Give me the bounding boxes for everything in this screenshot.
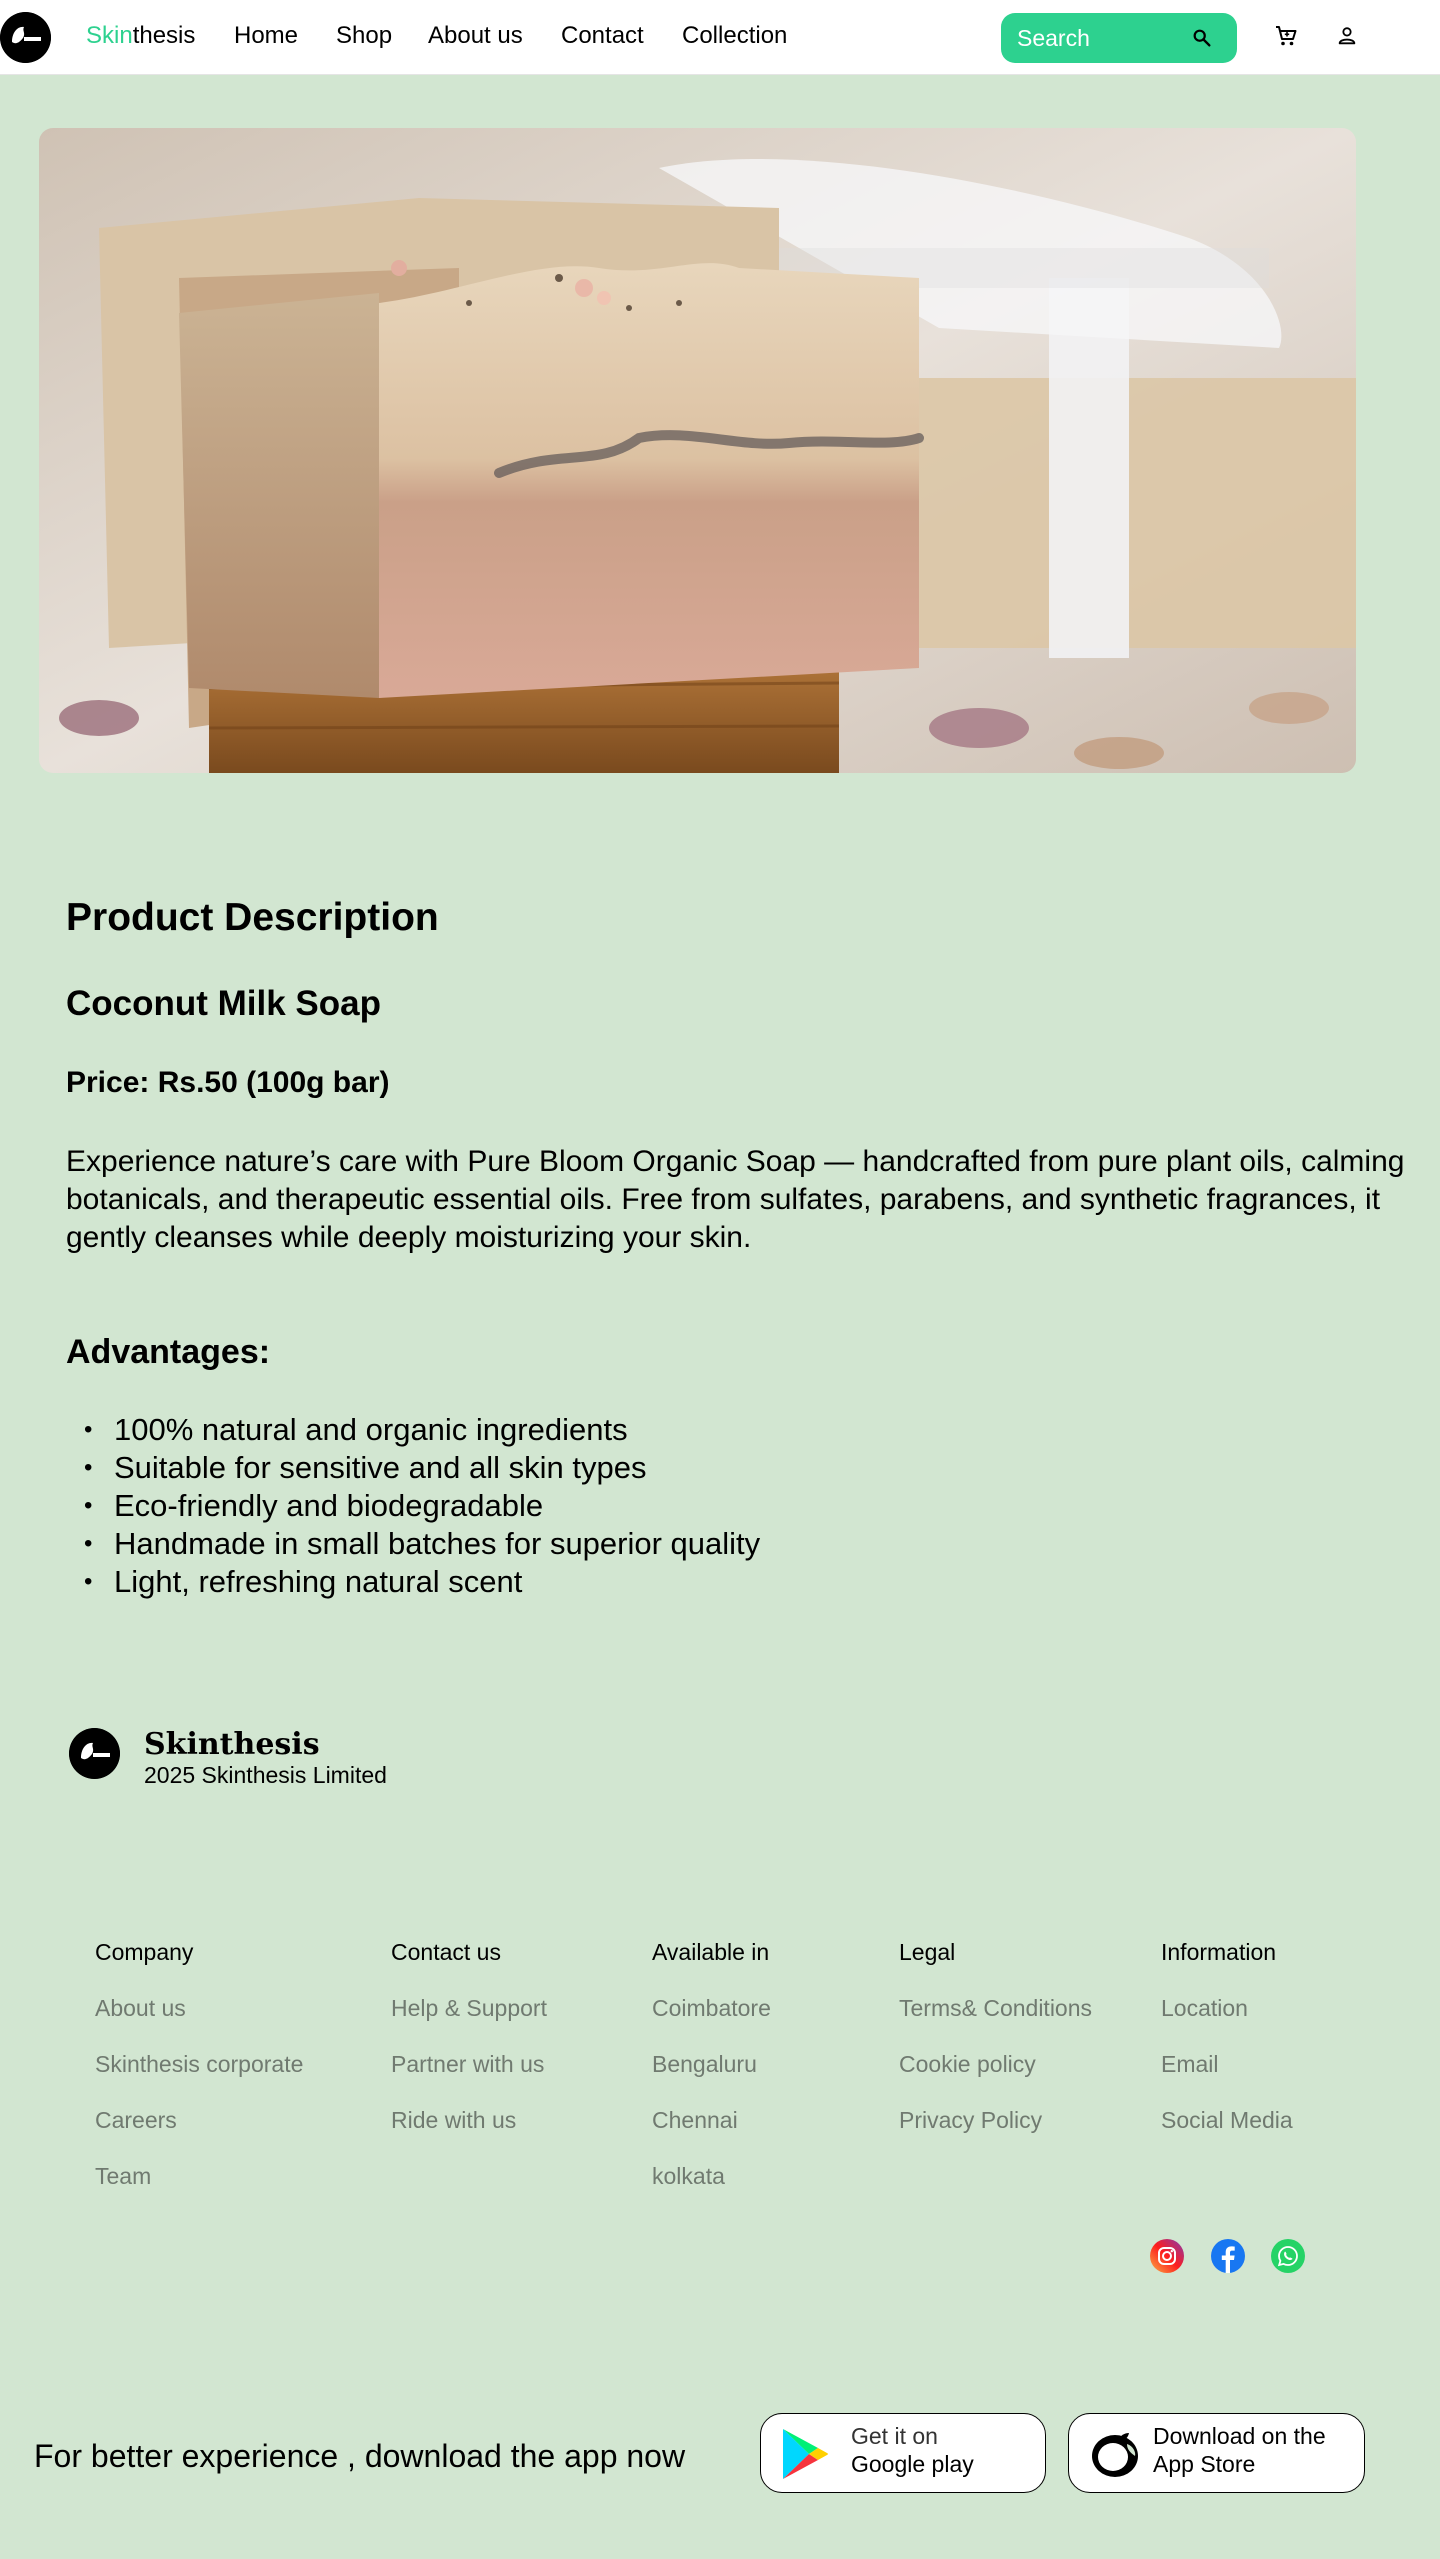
brand-name-accent: Skin [86,22,133,49]
app-download-text: For better experience , download the app… [34,2438,686,2474]
footer-link[interactable]: Skinthesis corporate [95,2051,303,2079]
nav-home[interactable]: Home [234,22,298,50]
footer-col-heading: Information [1161,1939,1277,1965]
advantage-item: Handmade in small batches for superior q… [66,1525,760,1563]
footer-link[interactable]: Careers [95,2107,303,2135]
nav-about-us[interactable]: About us [428,22,523,50]
cart-icon[interactable] [1274,24,1298,48]
nav-shop[interactable]: Shop [336,22,392,50]
user-icon[interactable] [1336,25,1358,47]
section-title-product-description: Product Description [66,896,439,939]
footer-col-available-in: Available in Coimbatore Bengaluru Chenna… [652,1939,771,2219]
footer-link[interactable]: Cookie policy [899,2051,1092,2079]
footer-link[interactable]: Coimbatore [652,1995,771,2023]
footer-col-heading: Legal [899,1939,956,1965]
app-store-line2: App Store [1153,2451,1256,2477]
footer-link[interactable]: Social Media [1161,2107,1293,2135]
advantage-item: Suitable for sensitive and all skin type… [66,1449,760,1487]
search-bar [1001,13,1237,63]
advantage-item: 100% natural and organic ingredients [66,1411,760,1449]
app-store-button[interactable]: Download on the App Store [1068,2413,1365,2493]
footer-link[interactable]: Chennai [652,2107,771,2135]
footer-link[interactable]: Team [95,2163,303,2191]
footer-link[interactable]: Ride with us [391,2107,547,2135]
google-play-icon [783,2429,829,2479]
nav-contact[interactable]: Contact [561,22,644,50]
footer-col-contact: Contact us Help & Support Partner with u… [391,1939,547,2163]
google-play-line1: Get it on [851,2423,938,2449]
footer-link[interactable]: Bengaluru [652,2051,771,2079]
top-navbar: Skinthesis Home Shop About us Contact Co… [0,0,1440,75]
footer-link[interactable]: About us [95,1995,303,2023]
footer-link[interactable]: Terms& Conditions [899,1995,1092,2023]
brand-name-rest: thesis [132,22,196,49]
brand-logo[interactable] [0,12,51,63]
advantage-item: Light, refreshing natural scent [66,1563,760,1601]
advantages-title: Advantages: [66,1333,271,1371]
footer-link[interactable]: Help & Support [391,1995,547,2023]
footer-link[interactable]: Partner with us [391,2051,547,2079]
advantage-item: Eco-friendly and biodegradable [66,1487,760,1525]
product-hero-image [39,128,1356,773]
search-input[interactable] [1017,13,1187,63]
footer-col-heading: Contact us [391,1939,501,1965]
app-store-line1: Download on the [1153,2423,1326,2449]
search-icon[interactable] [1191,27,1213,49]
footer-col-information: Information Location Email Social Media [1161,1939,1293,2163]
product-price: Price: Rs.50 (100g bar) [66,1066,390,1099]
product-description: Experience nature’s care with Pure Bloom… [66,1145,1405,1254]
footer-col-legal: Legal Terms& Conditions Cookie policy Pr… [899,1939,1092,2163]
footer-col-heading: Available in [652,1939,770,1965]
product-name: Coconut Milk Soap [66,984,381,1023]
whatsapp-icon[interactable] [1271,2239,1305,2273]
footer-copyright: 2025 Skinthesis Limited [144,1762,387,1788]
apple-logo-icon [1092,2433,1138,2477]
footer-logo [69,1728,120,1779]
google-play-button[interactable]: Get it on Google play [760,2413,1046,2493]
facebook-icon[interactable] [1211,2239,1245,2273]
nav-collection[interactable]: Collection [682,22,787,50]
brand-name[interactable]: Skinthesis [86,22,195,50]
google-play-line2: Google play [851,2451,974,2477]
footer-link[interactable]: kolkata [652,2163,771,2191]
advantages-list: 100% natural and organic ingredients Sui… [66,1411,760,1601]
footer-brand-name: Skinthesis [144,1727,320,1762]
footer-col-heading: Company [95,1939,194,1965]
footer-link[interactable]: Privacy Policy [899,2107,1092,2135]
footer-link[interactable]: Email [1161,2051,1293,2079]
footer-col-company: Company About us Skinthesis corporate Ca… [95,1939,303,2219]
instagram-icon[interactable] [1150,2239,1184,2273]
footer-link[interactable]: Location [1161,1995,1293,2023]
